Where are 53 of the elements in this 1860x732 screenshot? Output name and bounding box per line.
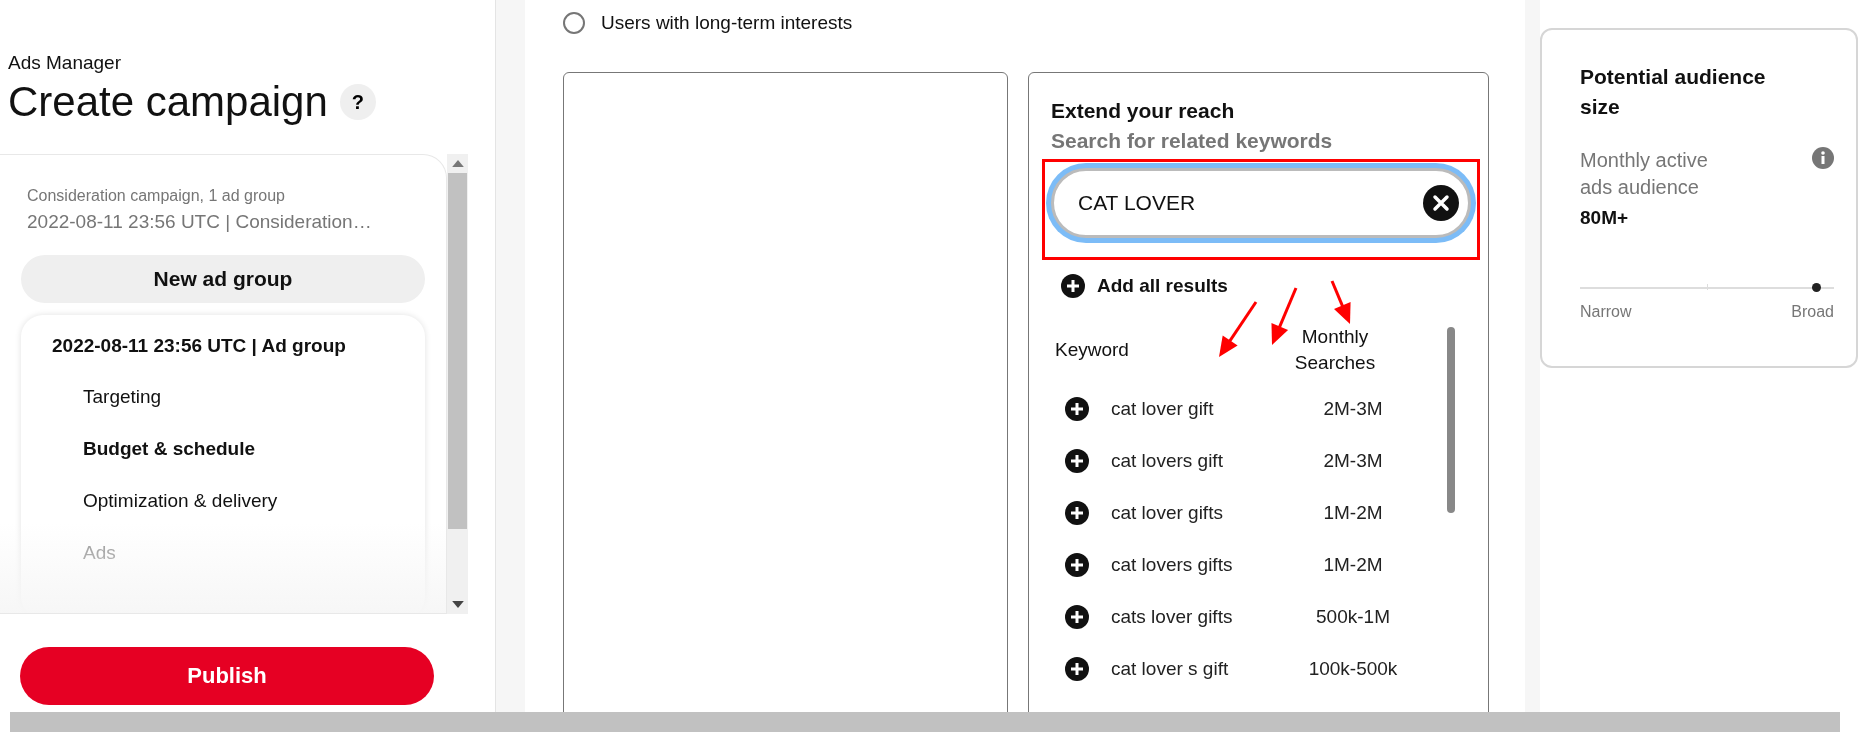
metric-value: 80M+ xyxy=(1580,206,1630,229)
keyword-cell-text: cat lover gifts xyxy=(1110,502,1224,525)
card-title: Potential audience size xyxy=(1580,64,1767,121)
clear-icon[interactable] xyxy=(1423,185,1459,221)
searches-cell-text: 1M-2M xyxy=(1322,554,1384,577)
campaign-summary: Consideration campaign, 1 ad group xyxy=(26,187,286,205)
keyword-cell-text: cat lovers gifts xyxy=(1110,554,1234,577)
step-link[interactable]: Targeting xyxy=(52,371,425,423)
scrollbar-thumb[interactable] xyxy=(1447,327,1455,513)
add-all-button[interactable]: Add all results xyxy=(1061,274,1228,298)
step-link[interactable]: Budget & schedule xyxy=(52,423,425,475)
searches-cell-text: 2M-3M xyxy=(1322,398,1384,421)
keyword-cell-text: cat lovers gift xyxy=(1110,450,1224,473)
slider-label: Broad xyxy=(1791,302,1834,321)
searches-cell-text: 2M-3M xyxy=(1322,450,1384,473)
radio-label: Users with long-term interests xyxy=(601,12,853,34)
page-title: Create campaign xyxy=(8,78,328,126)
searches-cell-text: 1M-2M xyxy=(1322,502,1384,525)
radio-button[interactable] xyxy=(563,12,585,34)
panel-subtitle: Search for related keywords xyxy=(1051,129,1334,153)
keyword-cell-text: cat lover s gift xyxy=(1110,658,1230,681)
scrollbar[interactable] xyxy=(447,154,468,614)
publish-button[interactable]: Publish xyxy=(20,647,434,705)
column-header: Monthly Searches xyxy=(1293,325,1377,375)
panel-title: Extend your reach xyxy=(1051,99,1236,123)
add-icon[interactable] xyxy=(1065,501,1089,526)
metric-label: Monthly active ads audience xyxy=(1580,147,1709,200)
add-icon[interactable] xyxy=(1065,449,1089,474)
horizontal-scrollbar[interactable] xyxy=(10,712,1840,732)
arrow xyxy=(1219,301,1258,357)
ad-group-title[interactable]: 2022-08-11 23:56 UTC | Ad group xyxy=(52,335,425,357)
plus-icon xyxy=(1061,274,1085,298)
info-icon[interactable] xyxy=(1812,146,1834,169)
arrow xyxy=(1330,280,1351,324)
step-link[interactable]: Optimization & delivery xyxy=(52,475,425,527)
new-ad-group-button[interactable]: New ad group xyxy=(21,255,425,303)
add-icon[interactable] xyxy=(1065,397,1089,422)
keyword-cell-text: cat lover gift xyxy=(1110,398,1215,421)
arrow xyxy=(1271,287,1298,345)
keyword-cell-text: cats lover gifts xyxy=(1110,606,1234,629)
scroll-up-icon[interactable] xyxy=(451,160,464,167)
scroll-down-icon[interactable] xyxy=(451,601,464,608)
searches-cell-text: 500k-1M xyxy=(1315,606,1391,629)
breadcrumb: Ads Manager xyxy=(7,52,122,74)
slider-label: Narrow xyxy=(1580,302,1632,321)
add-icon[interactable] xyxy=(1065,553,1089,578)
column-header: Keyword xyxy=(1054,337,1130,362)
help-button[interactable]: ? xyxy=(339,84,376,120)
add-icon[interactable] xyxy=(1065,657,1089,682)
campaign-name[interactable]: 2022-08-11 23:56 UTC | Consideration… xyxy=(21,211,446,233)
search-field[interactable]: CAT LOVER xyxy=(1051,168,1471,238)
add-icon[interactable] xyxy=(1065,605,1089,630)
searches-cell-text: 100k-500k xyxy=(1307,658,1399,681)
